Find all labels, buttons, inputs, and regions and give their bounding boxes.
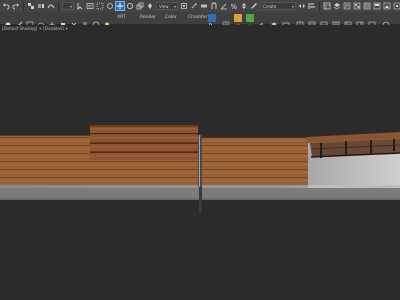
use-pivot-center-icon[interactable] <box>180 2 188 10</box>
select-rotate-icon[interactable] <box>126 2 134 10</box>
toggle-layer-explorer-icon[interactable] <box>333 2 341 10</box>
redo-icon[interactable] <box>12 2 20 10</box>
layout-wide-icon[interactable] <box>368 14 376 29</box>
motion-icon[interactable] <box>37 14 45 28</box>
svg-text:%: % <box>231 3 238 10</box>
reference-coordinate-dropdown[interactable]: View ▾ <box>156 2 178 10</box>
angle-snap-icon[interactable] <box>220 2 228 10</box>
render-setup-icon[interactable] <box>363 2 371 10</box>
toolbar-separator <box>319 1 320 11</box>
layout-two-icon[interactable] <box>320 14 328 29</box>
ribbon-tab-render[interactable]: Render <box>140 15 156 20</box>
select-place-icon[interactable] <box>146 2 154 10</box>
layout-tall-icon[interactable] <box>356 14 364 29</box>
pixel-render-icon[interactable]: R <box>208 14 216 30</box>
bind-space-warp-icon[interactable] <box>47 2 55 10</box>
scene-states-icon[interactable] <box>282 14 290 28</box>
viewport-scene <box>0 125 400 215</box>
display-stats-icon[interactable] <box>258 14 266 27</box>
deck-right[interactable] <box>202 137 308 185</box>
reference-coordinate-label: View <box>159 4 169 9</box>
max-app-window: ▾ View ▾ % Create Selection Set▾ <box>0 0 400 300</box>
named-selection-sets-dropdown[interactable]: Create Selection Set▾ <box>260 2 296 17</box>
select-move-icon[interactable] <box>115 1 125 11</box>
link-icon[interactable] <box>27 2 35 10</box>
light-icon[interactable] <box>103 14 111 28</box>
slate-icon[interactable] <box>70 14 78 28</box>
percent-snap-icon[interactable]: % <box>230 2 238 10</box>
ribbon-tab-xrt[interactable]: XRT <box>117 15 126 20</box>
mirror-icon[interactable] <box>298 2 306 10</box>
script-icon[interactable] <box>81 14 89 28</box>
layers-icon[interactable] <box>270 14 278 28</box>
layout-three-icon[interactable] <box>344 14 352 29</box>
viewport-layout-icon[interactable] <box>296 14 304 29</box>
toggle-scene-explorer-icon[interactable] <box>323 2 331 10</box>
keyboard-shortcut-icon[interactable] <box>200 2 208 10</box>
align-icon[interactable] <box>308 2 316 10</box>
viewport-label[interactable]: [Default Shading] + [Disabled] + <box>2 26 68 31</box>
perspective-viewport[interactable]: [Default Shading] + [Disabled] + <box>0 25 400 300</box>
hierarchy-icon[interactable] <box>26 14 34 29</box>
select-scale-icon[interactable] <box>136 2 144 10</box>
ribbon-toolbar: XRT Render Color Chamfer R <box>0 12 400 30</box>
select-object-icon[interactable] <box>76 2 84 10</box>
material-slot-icon[interactable] <box>234 14 242 27</box>
bench-seat[interactable] <box>90 160 198 185</box>
graph-editors-icon[interactable] <box>343 2 351 10</box>
park-bench[interactable] <box>306 132 400 158</box>
snaps-toggle-icon[interactable] <box>210 2 218 10</box>
deck-left[interactable] <box>0 135 90 185</box>
unlink-icon[interactable] <box>37 2 45 10</box>
grid-icon[interactable] <box>222 14 230 29</box>
window-crossing-icon[interactable] <box>106 2 114 10</box>
select-by-name-icon[interactable] <box>86 2 94 10</box>
bench-backrest[interactable] <box>90 125 198 160</box>
utilities-icon[interactable] <box>59 14 67 27</box>
rendered-frame-window-icon[interactable] <box>373 2 381 10</box>
display-icon[interactable] <box>48 14 56 28</box>
chevron-down-icon: ▾ <box>291 4 294 9</box>
selection-filter-dropdown[interactable]: ▾ <box>62 2 74 10</box>
ribbon-tab-color[interactable]: Color <box>165 15 177 20</box>
environment-icon[interactable] <box>246 14 254 27</box>
material-editor-icon[interactable] <box>353 2 361 10</box>
ribbon-tab-chamfer[interactable]: Chamfer <box>188 15 207 20</box>
render-production-icon[interactable] <box>383 2 391 10</box>
modify-icon[interactable] <box>15 14 23 29</box>
layout-four-icon[interactable] <box>332 14 340 29</box>
render-iterative-icon[interactable] <box>393 2 400 10</box>
toolbar-separator <box>58 1 59 11</box>
chevron-down-icon: ▾ <box>173 4 176 9</box>
toolbar-separator <box>23 1 24 11</box>
help-icon[interactable] <box>92 14 100 29</box>
help-icon[interactable] <box>382 14 390 29</box>
select-manipulate-icon[interactable] <box>190 2 198 10</box>
chevron-down-icon: ▾ <box>69 4 72 9</box>
panel-toggle-icon[interactable] <box>308 14 316 29</box>
spinner-snap-icon[interactable] <box>240 2 248 10</box>
select-region-icon[interactable] <box>96 2 104 10</box>
create-icon[interactable] <box>4 14 12 28</box>
undo-icon[interactable] <box>2 2 10 10</box>
edit-named-sets-icon[interactable] <box>250 2 258 10</box>
